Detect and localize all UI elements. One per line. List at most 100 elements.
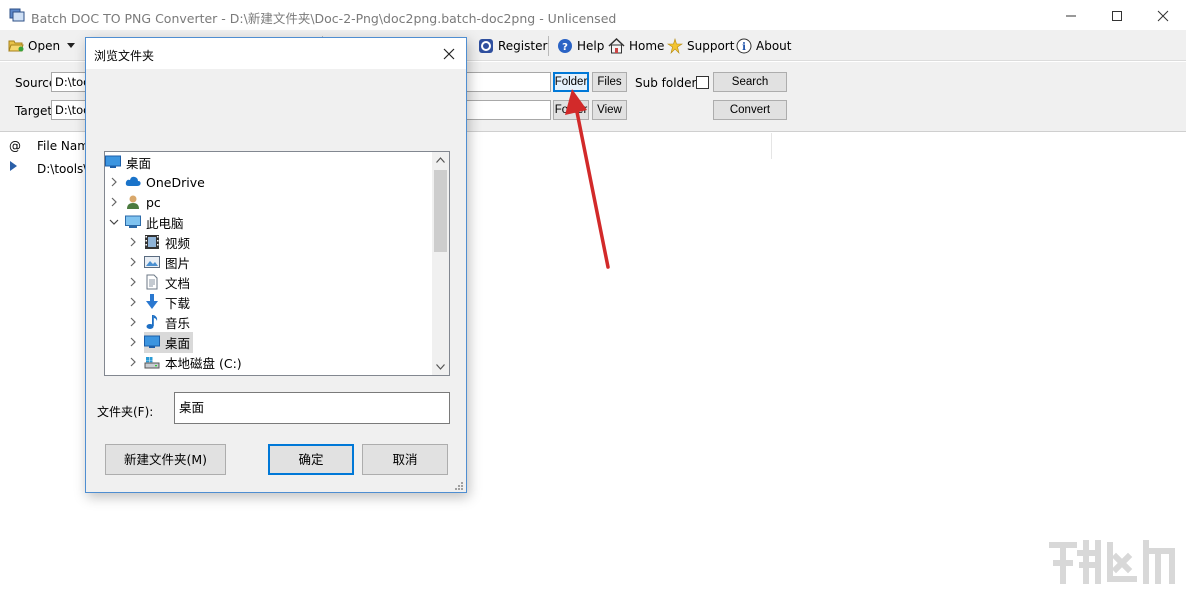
target-label: Target [15,104,53,118]
tree-item-label: 本地磁盘 (C:) [165,355,242,371]
tree-item-label: OneDrive [146,174,205,190]
about-label: About [756,39,792,53]
help-button[interactable]: ? Help [557,37,604,55]
convert-button[interactable]: Convert [713,100,787,120]
tree-item-label: pc [146,194,161,210]
selected-highlight: 桌面 [144,331,194,353]
chevron-right-icon[interactable] [109,177,119,187]
cloud-icon [125,176,141,186]
column-divider[interactable] [771,133,772,159]
close-icon [443,48,455,60]
dialog-title: 浏览文件夹 [94,49,155,63]
dialog-title-bar: 浏览文件夹 [86,38,466,69]
chevron-right-icon[interactable] [109,197,119,207]
folder-field-label: 文件夹(F): [97,405,154,419]
browse-folder-dialog: 浏览文件夹 桌面 OneDrive pc 此电脑 视频 图片 文档 下载 音乐 … [85,37,467,493]
tree-scrollbar[interactable] [432,152,449,375]
tree-item-user[interactable]: pc [105,192,431,212]
tree-item-label: 文档 [165,275,191,291]
documents-icon [146,274,158,290]
chevron-right-icon[interactable] [128,317,138,327]
subfolders-label: Sub folders [635,76,703,90]
window-title: Batch DOC TO PNG Converter - D:\新建文件夹\Do… [31,11,617,26]
close-window-button[interactable] [1140,0,1186,31]
tree-item-label: 此电脑 [146,215,184,231]
open-button[interactable]: Open [8,37,60,55]
chevron-right-icon[interactable] [128,357,138,367]
tree-item-this-pc[interactable]: 此电脑 [105,212,431,232]
app-icon [9,8,25,22]
open-folder-icon [8,40,24,52]
search-button[interactable]: Search [713,72,787,92]
tree-item-videos[interactable]: 视频 [105,232,431,252]
info-icon: i [736,38,752,54]
register-button[interactable]: Register [478,37,547,55]
drive-icon [144,357,160,369]
desktop-icon [105,155,121,168]
chevron-right-icon[interactable] [128,257,138,267]
minimize-button[interactable] [1048,0,1094,31]
open-dropdown-arrow-icon[interactable] [67,43,75,49]
maximize-button[interactable] [1094,0,1140,31]
tree-item-local-disk[interactable]: 本地磁盘 (C:) [105,352,431,372]
open-label: Open [28,39,61,53]
toolbar-separator [548,36,549,56]
resize-grip-icon[interactable] [454,481,464,491]
chevron-right-icon[interactable] [128,297,138,307]
help-icon: ? [558,39,572,53]
pictures-icon [144,256,160,268]
row-arrow-icon [10,161,17,171]
cancel-button[interactable]: 取消 [362,444,448,475]
ok-button[interactable]: 确定 [268,444,354,475]
tree-item-desktop-root[interactable]: 桌面 [105,152,431,172]
register-label: Register [498,39,548,53]
tree-item-label: 桌面 [165,335,191,351]
scroll-down-icon[interactable] [436,364,445,370]
tree-item-label: 下载 [165,295,191,311]
minimize-icon [1066,15,1076,17]
chevron-right-icon[interactable] [128,277,138,287]
tree-item-label: 图片 [165,255,191,271]
svg-text:i: i [742,42,746,53]
tree-item-documents[interactable]: 文档 [105,272,431,292]
tree-item-music[interactable]: 音乐 [105,312,431,332]
column-header-status[interactable]: @ [9,139,21,153]
help-label: Help [577,39,605,53]
annotation-arrow [565,89,610,269]
home-button[interactable]: Home [608,37,664,55]
home-icon [608,38,625,54]
subfolders-checkbox[interactable] [696,76,709,89]
support-label: Support [687,39,735,53]
support-icon [667,38,683,54]
tree-item-label: 音乐 [165,315,191,331]
close-icon [1157,10,1169,22]
scroll-thumb[interactable] [434,170,447,252]
title-bar: Batch DOC TO PNG Converter - D:\新建文件夹\Do… [0,0,1186,31]
watermark-logo [1049,540,1175,584]
register-icon [479,39,493,53]
chevron-down-icon[interactable] [109,217,119,227]
home-label: Home [629,39,665,53]
folder-tree[interactable]: 桌面 OneDrive pc 此电脑 视频 图片 文档 下载 音乐 桌面 本地磁… [104,151,450,376]
user-icon [127,195,139,209]
new-folder-button[interactable]: 新建文件夹(M) [105,444,226,475]
about-button[interactable]: i About [736,37,791,55]
download-icon [146,294,158,309]
folder-name-input[interactable]: 桌面 [174,392,450,424]
scroll-up-icon[interactable] [436,157,445,163]
svg-text:?: ? [562,42,568,53]
desktop-icon [144,335,160,348]
tree-item-onedrive[interactable]: OneDrive [105,172,431,192]
video-icon [145,235,159,249]
tree-item-desktop[interactable]: 桌面 [105,331,431,353]
chevron-right-icon[interactable] [128,237,138,247]
dialog-close-button[interactable] [432,38,466,69]
tree-item-label: 视频 [165,235,191,251]
maximize-icon [1112,11,1122,21]
support-button[interactable]: Support [667,37,734,55]
music-icon [146,315,158,329]
computer-icon [125,215,141,228]
chevron-right-icon[interactable] [128,337,138,347]
tree-item-downloads[interactable]: 下载 [105,292,431,312]
tree-item-pictures[interactable]: 图片 [105,252,431,272]
